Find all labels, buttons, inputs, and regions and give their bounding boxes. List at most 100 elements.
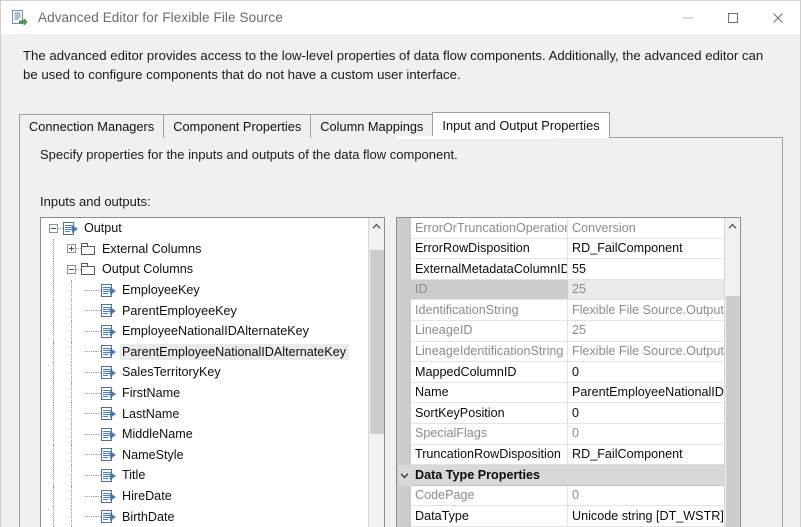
tree-node[interactable]: ParentEmployeeKey [41,300,369,321]
tree-elbow [85,433,96,435]
property-value[interactable]: RD_FailComponent [568,239,725,259]
tree-elbow [85,351,96,353]
inputs-outputs-tree[interactable]: Output External Columns Output Columns Empl… [40,217,385,527]
title-bar: Advanced Editor for Flexible File Source [1,1,800,34]
close-button[interactable] [755,1,800,34]
tree-guide-line [53,341,54,363]
property-row[interactable]: MappedColumnID 0 [411,362,725,383]
tree-node-label: ParentEmployeeNationalIDAlternateKey [120,343,350,360]
property-value: Conversion [572,220,636,235]
tree-node-label: External Columns [102,241,202,256]
property-value[interactable]: 55 [568,259,725,279]
tab-column-mappings[interactable]: Column Mappings [310,114,434,138]
property-value: 25 [572,323,587,338]
tree-node[interactable]: HireDate [41,485,369,507]
property-row[interactable]: ID 25 [411,279,725,301]
property-row[interactable]: CodePage 0 [411,485,725,507]
page-instruction: Specify properties for the inputs and ou… [40,147,458,162]
maximize-button[interactable] [710,1,755,34]
chevron-up-icon[interactable] [725,218,740,235]
tree-guide-line [71,444,72,466]
property-value[interactable]: ParentEmployeeNationalIDAlter [568,383,725,403]
collapse-icon[interactable] [67,264,76,274]
property-value[interactable]: 0 [568,403,725,423]
tree-guide-line [71,465,72,486]
tree-scrollbar-thumb[interactable] [370,249,384,434]
property-row[interactable]: LineageIdentificationString Flexible File… [411,341,725,363]
property-row[interactable]: LineageID 25 [411,320,725,342]
property-row[interactable]: SpecialFlags 0 [411,423,725,445]
property-row[interactable]: ErrorRowDisposition RD_FailComponent [411,238,725,260]
tree-elbow [85,310,96,312]
grid-scrollbar[interactable] [724,218,740,527]
tree-guide-line [53,279,54,301]
chevron-down-icon[interactable] [398,465,411,486]
tree-guide-line [71,320,72,342]
tree-guide-line [53,423,54,445]
column-icon [101,510,116,524]
document-arrow-icon [10,9,28,27]
tree-guide-line [53,485,54,507]
property-value: 0 [572,426,580,441]
tree-node-label: EmployeeNationalIDAlternateKey [122,324,309,339]
property-row[interactable]: SortKeyPosition 0 [411,403,725,424]
tree-node[interactable]: FirstName [41,382,369,404]
tree-guide-line [53,444,54,466]
tree-node[interactable]: NameStyle [41,444,369,466]
property-row[interactable]: TruncationRowDisposition RD_FailComponent [411,444,725,466]
column-icon [101,283,116,297]
column-icon [101,345,116,359]
tree-elbow [85,289,96,291]
property-name: SpecialFlags [411,423,568,444]
property-value: Flexible File Source.Outputs[Ou [572,344,725,359]
tree-guide-line [53,506,54,527]
property-grid[interactable]: ErrorOrTruncationOperation Conversion Erro… [396,217,741,527]
tree-node[interactable]: LastName [41,403,369,424]
tab-component-properties[interactable]: Component Properties [163,114,312,138]
property-row[interactable]: DataType Unicode string [DT_WSTR] [411,506,725,527]
tree-node-label: FirstName [122,386,181,401]
tab-input-and-output-properties[interactable]: Input and Output Properties [432,112,610,138]
tree-node-label: HireDate [122,489,172,504]
property-name: ExternalMetadataColumnID [411,259,568,279]
minimize-button[interactable] [665,1,710,34]
property-value: 25 [572,282,587,297]
expand-icon[interactable] [67,244,76,254]
tree-node[interactable]: ParentEmployeeNationalIDAlternateKey [41,341,369,363]
property-row[interactable]: NameParentEmployeeNationalIDAlter [411,382,725,404]
tree-node[interactable]: EmployeeNationalIDAlternateKey [41,320,369,342]
tree-node[interactable]: Output Columns [41,259,369,280]
collapse-icon[interactable] [49,223,58,233]
tree-node[interactable]: Output [41,218,369,239]
column-icon [101,365,116,379]
column-icon [101,386,116,400]
tree-elbow [85,495,96,497]
chevron-up-icon[interactable] [369,218,384,235]
tree-guide-line [71,279,72,301]
property-value[interactable]: Unicode string [DT_WSTR] [568,506,725,526]
tree-node[interactable]: External Columns [41,238,369,260]
property-group-header[interactable]: Data Type Properties [411,465,725,486]
grid-scrollbar-thumb[interactable] [726,296,740,527]
property-value[interactable]: 0 [568,362,725,382]
tree-node[interactable]: EmployeeKey [41,279,369,301]
tree-guide-line [53,382,54,404]
editor-description: The advanced editor provides access to t… [23,48,764,82]
tree-node[interactable]: Title [41,465,369,486]
tree-node[interactable]: SalesTerritoryKey [41,362,369,383]
tree-guide-line [53,465,54,486]
tab-connection-managers[interactable]: Connection Managers [19,114,165,138]
property-name: ErrorOrTruncationOperation [411,218,568,238]
tree-node[interactable]: BirthDate [41,506,369,527]
property-value[interactable]: RD_FailComponent [568,445,725,465]
property-row[interactable]: IdentificationString Flexible File Source… [411,300,725,321]
column-icon [101,427,116,441]
property-row[interactable]: ExternalMetadataColumnID 55 [411,259,725,280]
tree-guide-line [71,506,72,527]
property-row[interactable]: ErrorOrTruncationOperation Conversion [411,218,725,239]
tree-elbow [85,392,96,394]
tree-elbow [85,371,96,373]
tree-node[interactable]: MiddleName [41,423,369,445]
tree-node-label: NameStyle [122,447,184,462]
tree-scrollbar[interactable] [368,218,384,527]
